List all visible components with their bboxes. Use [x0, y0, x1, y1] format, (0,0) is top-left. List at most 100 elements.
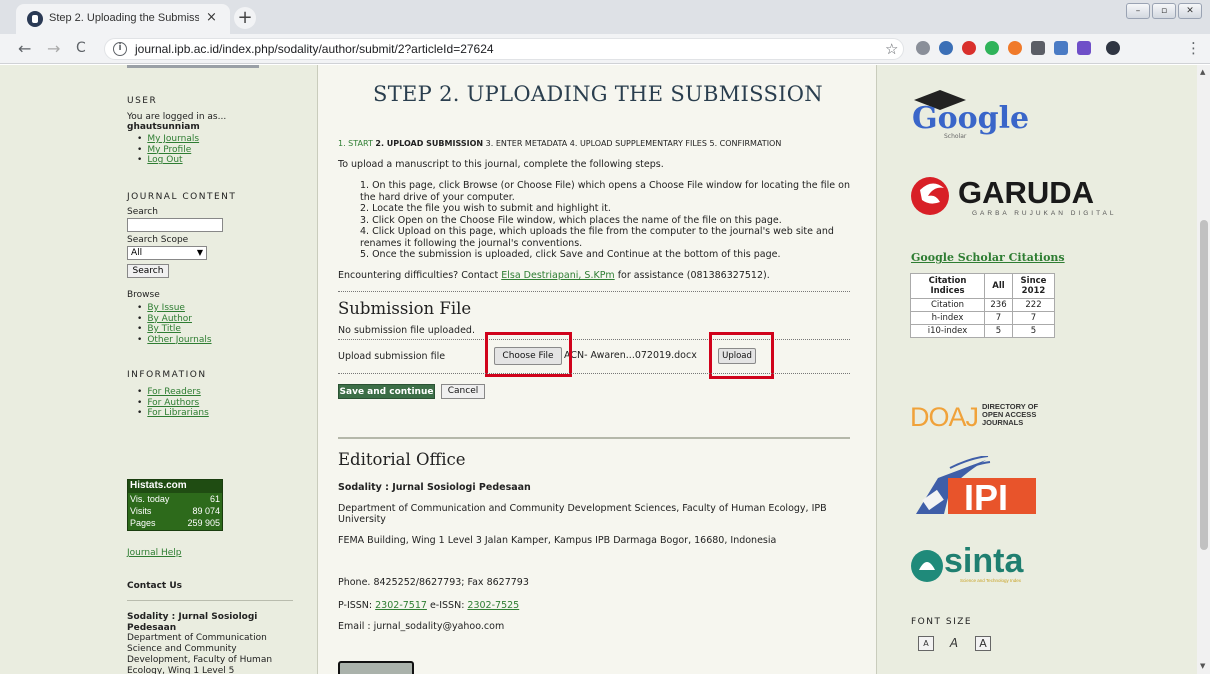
- page-scrollbar[interactable]: ▲ ▼: [1197, 65, 1210, 674]
- back-arrow-icon[interactable]: ←: [18, 39, 31, 58]
- citation-row: i10-index 5 5: [910, 324, 1055, 338]
- sidebar-banner-edge: [127, 65, 259, 68]
- upload-instructions: 1. On this page, click Browse (or Choose…: [360, 180, 850, 261]
- scroll-down-arrow-icon[interactable]: ▼: [1200, 662, 1205, 670]
- doaj-logo[interactable]: DOAJ DIRECTORY OF OPEN ACCESS JOURNALS: [910, 400, 1050, 430]
- browser-tab[interactable]: Step 2. Uploading the Submission ×: [16, 4, 230, 34]
- other-journals-link[interactable]: Other Journals: [147, 335, 211, 345]
- highlight-choose-file: [485, 332, 572, 377]
- intro-text: To upload a manuscript to this journal, …: [338, 159, 664, 170]
- sinta-logo[interactable]: sinta Science and Technology Index: [910, 540, 1050, 586]
- window-controls: – ▫ ✕: [1126, 3, 1202, 19]
- sinta-subtext: Science and Technology Index: [960, 578, 1022, 583]
- search-scope-value: All: [131, 248, 143, 258]
- citation-row: Citation 236 222: [910, 298, 1055, 312]
- main-content: STEP 2. UPLOADING THE SUBMISSION 1. STAR…: [317, 65, 877, 674]
- close-tab-icon[interactable]: ×: [206, 10, 217, 25]
- info-link-item: For Readers: [137, 387, 209, 398]
- section-divider: [338, 291, 850, 292]
- user-link-item: My Profile: [137, 145, 199, 156]
- by-title-link[interactable]: By Title: [147, 324, 181, 334]
- new-tab-button[interactable]: +: [234, 7, 256, 29]
- step-upload-supplementary: 4. UPLOAD SUPPLEMENTARY FILES: [569, 139, 707, 148]
- google-scholar-citations-link[interactable]: Google Scholar Citations: [911, 251, 1065, 264]
- user-heading: USER: [127, 96, 158, 106]
- scroll-thumb[interactable]: [1200, 220, 1208, 550]
- kebab-menu-icon[interactable]: ⋮: [1186, 39, 1201, 57]
- page-title: STEP 2. UPLOADING THE SUBMISSION: [373, 82, 823, 106]
- for-authors-link[interactable]: For Authors: [147, 398, 199, 408]
- pissn-link[interactable]: 2302-7517: [375, 600, 427, 611]
- reload-icon[interactable]: C: [76, 40, 86, 56]
- info-link-item: For Librarians: [137, 408, 208, 419]
- for-librarians-link[interactable]: For Librarians: [147, 408, 208, 418]
- by-issue-link[interactable]: By Issue: [147, 303, 185, 313]
- contact-heading: Contact Us: [127, 581, 183, 591]
- histats-row: Visits 89 074: [130, 506, 220, 516]
- extension-purple-icon[interactable]: [1077, 41, 1091, 55]
- url-text[interactable]: journal.ipb.ac.id/index.php/sodality/aut…: [135, 42, 494, 56]
- scholar-subtext: Scholar: [944, 133, 967, 140]
- tab-title: Step 2. Uploading the Submission: [49, 12, 199, 24]
- address-bar[interactable]: i journal.ipb.ac.id/index.php/sodality/a…: [104, 38, 904, 60]
- creative-commons-badge-icon[interactable]: [338, 661, 414, 674]
- font-default-button[interactable]: A: [946, 636, 962, 651]
- histats-counter[interactable]: Histats.com Vis. today 61 Visits 89 074 …: [127, 479, 223, 531]
- search-button[interactable]: Search: [127, 264, 169, 278]
- difficulties-suffix: for assistance (081386327512).: [614, 270, 770, 281]
- font-smaller-button[interactable]: A: [918, 636, 934, 651]
- search-scope-select[interactable]: All ▼: [127, 246, 207, 260]
- journal-help-link[interactable]: Journal Help: [127, 548, 182, 559]
- address-text: FEMA Building, Wing 1 Level 3 Jalan Kamp…: [338, 535, 777, 546]
- browse-link-item: By Issue: [137, 303, 212, 314]
- section-divider: [338, 373, 850, 374]
- instruction-item: 4. Click Upload on this page, which uplo…: [360, 226, 834, 249]
- log-out-link[interactable]: Log Out: [147, 155, 182, 165]
- close-window-button[interactable]: ✕: [1178, 3, 1202, 19]
- garuda-logo[interactable]: GARUDA GARBA RUJUKAN DIGITAL: [910, 170, 1134, 220]
- step-start-link[interactable]: 1. START: [338, 139, 373, 148]
- google-scholar-logo[interactable]: Google Scholar: [910, 86, 1040, 142]
- maximize-button[interactable]: ▫: [1152, 3, 1176, 19]
- contact-line: Department of Communication: [127, 633, 267, 643]
- bookmark-star-icon[interactable]: ☆: [885, 40, 898, 58]
- extension-green-icon[interactable]: [985, 41, 999, 55]
- difficulties-prefix: Encountering difficulties? Contact: [338, 270, 502, 281]
- highlight-upload: [709, 332, 774, 379]
- citation-header-row: Citation Indices All Since 2012: [910, 273, 1055, 299]
- my-journals-link[interactable]: My Journals: [147, 134, 199, 144]
- for-readers-link[interactable]: For Readers: [147, 387, 200, 397]
- extension-orange-icon[interactable]: [1008, 41, 1022, 55]
- sinta-wordmark: sinta: [944, 542, 1024, 580]
- histats-title: Histats.com: [128, 480, 222, 493]
- browse-link-item: By Title: [137, 324, 212, 335]
- minimize-button[interactable]: –: [1126, 3, 1150, 19]
- citation-cell: 7: [1012, 311, 1055, 325]
- page-viewport: USER You are logged in as... ghautsunnia…: [0, 65, 1197, 674]
- chosen-file-name: ACN- Awaren...072019.docx: [564, 350, 697, 361]
- font-larger-button[interactable]: A: [975, 636, 991, 651]
- search-input[interactable]: [127, 218, 223, 232]
- citation-header: All: [984, 273, 1013, 299]
- contact-person-link[interactable]: Elsa Destriapani, S.KPm: [501, 270, 614, 281]
- profile-avatar-icon[interactable]: [1106, 41, 1120, 55]
- cancel-button[interactable]: Cancel: [441, 384, 485, 399]
- by-author-link[interactable]: By Author: [147, 314, 192, 324]
- content-separator: [338, 437, 850, 439]
- extension-gray-icon[interactable]: [916, 41, 930, 55]
- histats-label: Pages: [130, 518, 156, 528]
- extension-red-icon[interactable]: [962, 41, 976, 55]
- citation-header: Citation Indices: [910, 273, 985, 299]
- info-icon[interactable]: i: [113, 42, 127, 56]
- forward-arrow-icon[interactable]: →: [47, 39, 60, 58]
- extension-dark-icon[interactable]: [1031, 41, 1045, 55]
- ipi-logo[interactable]: IPI: [910, 456, 1038, 516]
- citation-cell: h-index: [910, 311, 985, 325]
- dropdown-arrow-icon: ▼: [196, 248, 203, 257]
- eissn-link[interactable]: 2302-7525: [467, 600, 519, 611]
- extension-blue-icon[interactable]: [939, 41, 953, 55]
- my-profile-link[interactable]: My Profile: [147, 145, 191, 155]
- extension-square-blue-icon[interactable]: [1054, 41, 1068, 55]
- scroll-up-arrow-icon[interactable]: ▲: [1200, 68, 1205, 76]
- save-and-continue-button[interactable]: Save and continue: [338, 384, 435, 399]
